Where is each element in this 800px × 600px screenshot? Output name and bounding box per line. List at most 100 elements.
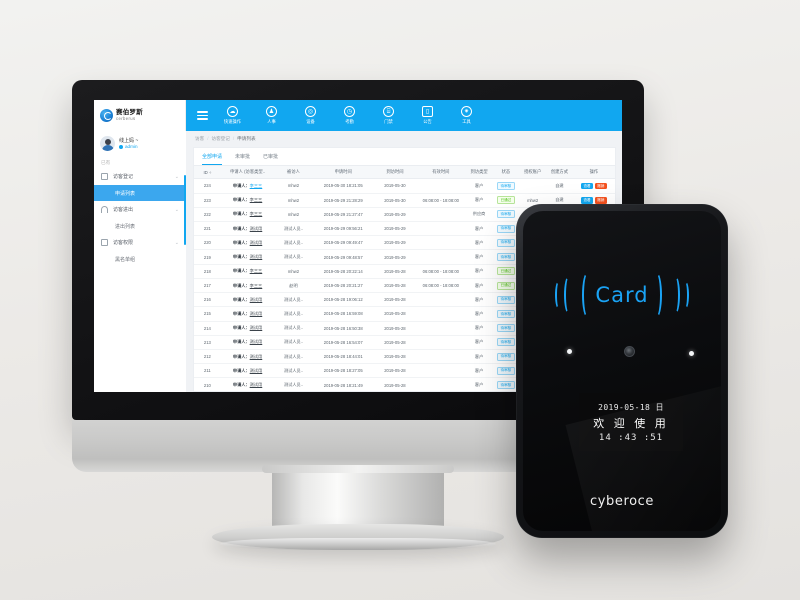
column-header-9[interactable]: 创建方式	[546, 166, 573, 180]
cell-applicant[interactable]: 申请人：测试用	[220, 349, 275, 365]
nav-item-access-control[interactable]: ⌸ 门禁	[369, 106, 408, 125]
nav-item-attendance[interactable]: ◷ 考勤	[330, 106, 369, 125]
hamburger-menu-icon[interactable]	[191, 111, 213, 120]
status-led-left	[567, 349, 572, 354]
column-header-8[interactable]: 授权账户	[519, 166, 547, 180]
tab-approved[interactable]: 已审批	[263, 153, 278, 165]
cell-applicant[interactable]: 申请人：测试用	[220, 235, 275, 251]
cell-visited-person: 测试人员..	[274, 306, 313, 322]
brand-text: 赛伯罗斯 cerberus	[116, 109, 143, 122]
nav-item-tools[interactable]: ✷ 工具	[447, 106, 486, 125]
cell-apply-time: 2019-05-29 21:27:47	[312, 207, 374, 223]
brand-name-en: cerberus	[116, 116, 136, 122]
cell-valid-time: 06:08:00 - 18:08:00	[415, 264, 466, 279]
cell-valid-time	[415, 292, 466, 308]
cell-apply-time: 2019-05-30 18:21:05	[312, 178, 374, 194]
table-row[interactable]: 224 申请人：李三三 mhw2 2019-05-30 18:21:05 2019-05…	[194, 178, 615, 194]
nav-item-device[interactable]: ◎ 设备	[291, 106, 330, 125]
sensor-lens-icon	[624, 346, 635, 357]
cell-applicant[interactable]: 申请人：测试用	[220, 377, 275, 392]
sidebar-group-visitor-permission[interactable]: 访客权限 ⌄	[94, 234, 186, 251]
cell-applicant[interactable]: 申请人：李三三	[220, 264, 275, 279]
sidebar-group-label: 访客进出	[113, 207, 134, 213]
attendance-icon: ◷	[344, 106, 355, 118]
column-header-10[interactable]: 操作	[572, 166, 615, 180]
breadcrumb-item-0[interactable]: 访客	[195, 136, 204, 142]
cell-visit-type: 客户	[465, 292, 493, 308]
cell-id: 224	[194, 178, 221, 194]
column-header-7[interactable]: 状态	[492, 166, 520, 180]
column-header-5[interactable]: 有效时间	[415, 166, 466, 180]
nav-label: 快速操作	[223, 118, 242, 124]
cell-id: 210	[194, 377, 221, 392]
user-profile[interactable]: 线上妈 ~ admin	[94, 131, 186, 157]
cell-status: 已通过	[492, 193, 520, 208]
cell-apply-time: 2019-05-29 09:56:21	[312, 221, 374, 237]
sidebar-scrollbar[interactable]	[183, 175, 186, 245]
rfid-zone[interactable]: Card	[523, 269, 721, 321]
notice-icon: ▯	[422, 106, 433, 118]
column-header-6[interactable]: 到访类型	[465, 166, 493, 180]
nav-item-quick-action[interactable]: ☁ 快速操作	[213, 106, 252, 125]
cell-applicant[interactable]: 申请人：测试用	[220, 249, 275, 265]
cell-id: 214	[194, 321, 221, 336]
cell-applicant[interactable]: 申请人：测试用	[220, 306, 275, 322]
sidebar-item-application-list[interactable]: 申请列表	[94, 185, 186, 201]
nav-item-personnel[interactable]: ♟ 人事	[252, 106, 291, 125]
cell-actions[interactable]: 查看 撤销	[572, 178, 615, 194]
cell-id: 221	[194, 221, 221, 237]
cell-visit-date: 2019-05-29	[373, 207, 416, 223]
cell-applicant[interactable]: 申请人：李三三	[220, 193, 275, 208]
sidebar-item-inout-list[interactable]: 进出列表	[94, 218, 186, 234]
column-header-0[interactable]: ID ÷	[194, 166, 221, 180]
cell-visited-person: 测试人员..	[274, 363, 313, 379]
tools-icon: ✷	[461, 106, 472, 118]
cell-visit-type: 客户	[465, 249, 493, 265]
cell-applicant[interactable]: 申请人：测试用	[220, 335, 275, 351]
user-meta: 线上妈 ~ admin	[119, 138, 138, 150]
cell-id: 222	[194, 207, 221, 223]
column-header-2[interactable]: 被访人	[274, 166, 313, 180]
breadcrumb-item-1[interactable]: 访客登记	[211, 136, 229, 142]
sidebar-group-visitor-register[interactable]: 访客登记 ⌄	[94, 168, 186, 185]
column-header-1[interactable]: 申请人 (访客类型..	[220, 166, 275, 180]
cell-visit-type: 供应商	[465, 207, 493, 223]
reader-front-panel: Card 2019-05-18 日 欢 迎 使 用 14 :43 :51 cyb…	[523, 211, 721, 531]
brand-logo[interactable]: 赛伯罗斯 cerberus	[94, 100, 186, 131]
tab-all-applications[interactable]: 全部申请	[202, 153, 223, 165]
tab-pending-approval[interactable]: 未审批	[235, 153, 250, 165]
sidebar-group-visitor-inout[interactable]: 访客进出 ⌄	[94, 201, 186, 218]
cell-visited-person: 测试人员..	[274, 377, 313, 392]
nav-label: 人事	[267, 118, 276, 124]
cell-visit-type: 客户	[465, 306, 493, 322]
cell-visited-person: 测试人员..	[274, 335, 313, 351]
cell-apply-time: 2019-05-28 20:21:27	[312, 278, 374, 294]
personnel-icon: ♟	[266, 106, 277, 118]
status-led-right	[689, 351, 694, 356]
nav-label: 工具	[462, 118, 471, 124]
nav-item-notice[interactable]: ▯ 公告	[408, 106, 447, 125]
rfid-card-reader: Card 2019-05-18 日 欢 迎 使 用 14 :43 :51 cyb…	[516, 204, 728, 538]
cell-apply-time: 2019-05-29 21:28:29	[312, 193, 374, 208]
cell-applicant[interactable]: 申请人：测试用	[220, 363, 275, 379]
cell-visit-date: 2019-05-28	[373, 321, 416, 336]
column-header-3[interactable]: 申请时间	[312, 166, 374, 180]
user-role: admin	[119, 144, 138, 150]
chevron-down-icon: ⌄	[174, 239, 179, 246]
cell-valid-time	[415, 235, 466, 251]
cell-visit-date: 2019-05-29	[373, 249, 416, 265]
cell-id: 218	[194, 264, 221, 279]
column-header-4[interactable]: 到访时间	[373, 166, 416, 180]
cell-visit-date: 2019-05-28	[373, 306, 416, 322]
cell-applicant[interactable]: 申请人：李三三	[220, 178, 275, 194]
cell-applicant[interactable]: 申请人：测试用	[220, 221, 275, 237]
nav-items: ☁ 快速操作 ♟ 人事 ◎ 设备 ◷ 考勤 ⌸ 门禁 ▯ 公告 ✷ 工具	[213, 106, 486, 125]
cell-applicant[interactable]: 申请人：测试用	[220, 292, 275, 308]
cell-applicant[interactable]: 申请人：李三三	[220, 278, 275, 294]
cell-applicant[interactable]: 申请人：李三三	[220, 207, 275, 223]
sidebar-item-blacklist-group[interactable]: 黑名单组	[94, 251, 186, 267]
cell-visit-date: 2019-05-29	[373, 221, 416, 237]
cell-applicant[interactable]: 申请人：测试用	[220, 321, 275, 336]
cell-visited-person: 测试人员..	[274, 249, 313, 265]
cell-visit-date: 2019-05-30	[373, 178, 416, 194]
